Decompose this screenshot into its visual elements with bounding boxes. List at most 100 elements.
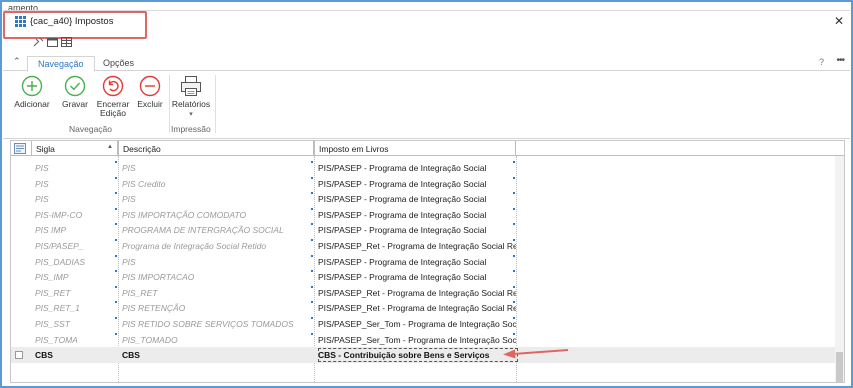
gravar-button[interactable]: Gravar xyxy=(59,75,91,109)
group-separator xyxy=(215,75,216,133)
table-row[interactable]: PIS_RET_1 PIS RETENÇÃO PIS/PASEP_Ret - Pro… xyxy=(11,300,837,316)
table-row[interactable]: PIS_SST PIS RETIDO SOBRE SERVIÇOS TOMADOS… xyxy=(11,316,837,332)
vertical-scrollbar[interactable] xyxy=(835,156,844,382)
cell-imposto[interactable]: PIS/PASEP - Programa de Integração Socia… xyxy=(314,222,516,238)
relatorios-caret: ▾ xyxy=(189,111,193,118)
relatorios-button[interactable]: Relatórios ▾ xyxy=(171,75,211,119)
cell-imposto[interactable]: PIS/PASEP_Ser_Tom - Programa de Integraç… xyxy=(314,332,516,348)
selected-table-row[interactable]: CBS CBS CBS - Contribuição sobre Bens e … xyxy=(11,347,837,363)
delete-icon xyxy=(139,75,161,97)
cell-descricao[interactable]: PIS IMPORTAÇÃO COMODATO xyxy=(118,207,314,223)
cell-descricao[interactable]: PIS_TOMADO xyxy=(118,332,314,348)
row-selector[interactable] xyxy=(15,351,23,359)
sort-ascending-icon: ▲ xyxy=(107,144,113,150)
cell-imposto[interactable]: PIS/PASEP_Ret - Programa de Integração S… xyxy=(314,300,516,316)
cell-marker xyxy=(311,161,313,163)
encerrar-edicao-button[interactable]: Encerrar Edição xyxy=(95,75,131,118)
cell-marker xyxy=(311,332,313,335)
table-row[interactable]: PIS-IMP-CO PIS IMPORTAÇÃO COMODATO PIS/PAS… xyxy=(11,207,837,223)
cell-marker xyxy=(513,270,515,273)
cell-imposto[interactable]: PIS/PASEP - Programa de Integração Socia… xyxy=(314,207,516,223)
cell-sigla[interactable]: PIS_DADIAS xyxy=(31,254,118,270)
table-row[interactable]: PIS_IMP PIS IMPORTACAO PIS/PASEP - Program… xyxy=(11,269,837,285)
cell-descricao[interactable]: PIS IMPORTACAO xyxy=(118,269,314,285)
encerrar-label-2: Edição xyxy=(100,108,126,118)
table-icon[interactable] xyxy=(61,37,72,47)
table-row[interactable]: PIS PIS Credito PIS/PASEP - Programa de In… xyxy=(11,176,837,192)
close-button[interactable]: ✕ xyxy=(834,14,844,28)
cell-marker xyxy=(311,176,313,179)
cell-descricao[interactable]: Programa de Integração Social Retido xyxy=(118,238,314,254)
column-header-descricao[interactable]: Descrição xyxy=(118,141,314,156)
cell-imposto[interactable]: PIS/PASEP_Ret - Programa de Integração S… xyxy=(314,285,516,301)
cell-descricao[interactable]: PIS RETENÇÃO xyxy=(118,300,314,316)
table-row[interactable]: PIS_RET PIS_RET PIS/PASEP_Ret - Programa d… xyxy=(11,285,837,301)
cell-marker xyxy=(115,301,117,304)
cell-descricao[interactable]: PIS_RET xyxy=(118,285,314,301)
cell-sigla[interactable]: PIS-IMP-CO xyxy=(31,207,118,223)
cell-imposto[interactable]: PIS/PASEP - Programa de Integração Socia… xyxy=(314,269,516,285)
cell-descricao[interactable]: PIS Credito xyxy=(118,176,314,192)
excluir-label: Excluir xyxy=(137,99,163,109)
column-header-imposto-em-livros[interactable]: Imposto em Livros xyxy=(314,141,516,156)
table-row[interactable]: PIS IMP PROGRAMA DE INTERGRAÇÃO SOCIAL PIS… xyxy=(11,222,837,238)
table-row[interactable]: PIS_TOMA PIS_TOMADO PIS/PASEP_Ser_Tom - Pr… xyxy=(11,332,837,348)
column-chooser-icon[interactable] xyxy=(14,143,26,154)
table-row[interactable]: PIS_DADIAS PIS PIS/PASEP - Programa de Int… xyxy=(11,254,837,270)
cell-sigla[interactable]: PIS_TOMA xyxy=(31,332,118,348)
cell-descricao[interactable]: PIS xyxy=(118,160,314,176)
adicionar-label: Adicionar xyxy=(14,99,50,109)
cell-marker xyxy=(115,332,117,335)
table-row[interactable]: PIS PIS PIS/PASEP - Programa de Integração… xyxy=(11,191,837,207)
cell-descricao[interactable]: PIS xyxy=(118,254,314,270)
cell-marker xyxy=(513,301,515,304)
cell-marker xyxy=(513,285,515,288)
cell-descricao[interactable]: CBS xyxy=(118,347,314,363)
cell-descricao[interactable]: PIS xyxy=(118,191,314,207)
cell-sigla[interactable]: PIS_SST xyxy=(31,316,118,332)
table-row[interactable]: PIS/PASEP_ Programa de Integração Social … xyxy=(11,238,837,254)
cell-marker xyxy=(513,207,515,210)
tab-navegacao[interactable]: Navegação xyxy=(27,56,95,72)
ribbon-panel: Adicionar Gravar Encerrar Edição Excluir… xyxy=(3,71,850,139)
relatorios-label: Relatórios xyxy=(171,99,211,109)
cell-imposto[interactable]: PIS/PASEP_Ser_Tom - Programa de Integraç… xyxy=(314,316,516,332)
cell-sigla[interactable]: PIS_RET xyxy=(31,285,118,301)
cell-sigla[interactable]: PIS IMP xyxy=(31,222,118,238)
tools-icon[interactable] xyxy=(33,37,44,47)
cell-descricao[interactable]: PIS RETIDO SOBRE SERVIÇOS TOMADOS xyxy=(118,316,314,332)
check-icon xyxy=(64,75,86,97)
cell-imposto[interactable]: PIS/PASEP - Programa de Integração Socia… xyxy=(314,254,516,270)
help-icon[interactable]: ? xyxy=(819,57,824,67)
cell-sigla[interactable]: PIS xyxy=(31,160,118,176)
add-icon xyxy=(21,75,43,97)
cell-descricao[interactable]: PROGRAMA DE INTERGRAÇÃO SOCIAL xyxy=(118,222,314,238)
cell-imposto[interactable]: PIS/PASEP - Programa de Integração Socia… xyxy=(314,160,516,176)
tab-opcoes[interactable]: Opções xyxy=(93,56,144,72)
adicionar-button[interactable]: Adicionar xyxy=(13,75,51,109)
scrollbar-thumb[interactable] xyxy=(836,352,843,382)
cell-sigla[interactable]: CBS xyxy=(31,347,118,363)
collapse-ribbon-icon[interactable]: ⌃ xyxy=(13,56,21,67)
column-header-sigla[interactable]: Sigla ▲ xyxy=(31,141,118,156)
cell-sigla[interactable]: PIS xyxy=(31,191,118,207)
cell-sigla[interactable]: PIS/PASEP_ xyxy=(31,238,118,254)
cell-imposto[interactable]: PIS/PASEP_Ret - Programa de Integração S… xyxy=(314,238,516,254)
cell-marker xyxy=(115,254,117,257)
cell-marker xyxy=(311,192,313,195)
calendar-icon[interactable] xyxy=(47,37,58,47)
excluir-button[interactable]: Excluir xyxy=(134,75,166,109)
cell-sigla[interactable]: PIS_RET_1 xyxy=(31,300,118,316)
cell-imposto[interactable]: PIS/PASEP - Programa de Integração Socia… xyxy=(314,191,516,207)
focused-cell-outline xyxy=(318,348,518,362)
more-options-icon[interactable]: ••• xyxy=(836,55,844,66)
cell-marker xyxy=(115,239,117,241)
cell-marker xyxy=(115,270,117,273)
cell-sigla[interactable]: PIS_IMP xyxy=(31,269,118,285)
table-row[interactable]: PIS PIS PIS/PASEP - Programa de Integração… xyxy=(11,160,837,176)
cell-imposto[interactable]: PIS/PASEP - Programa de Integração Socia… xyxy=(314,176,516,192)
undo-icon xyxy=(102,75,124,97)
column-header-sigla-label: Sigla xyxy=(36,144,55,154)
cell-marker xyxy=(311,270,313,273)
cell-sigla[interactable]: PIS xyxy=(31,176,118,192)
